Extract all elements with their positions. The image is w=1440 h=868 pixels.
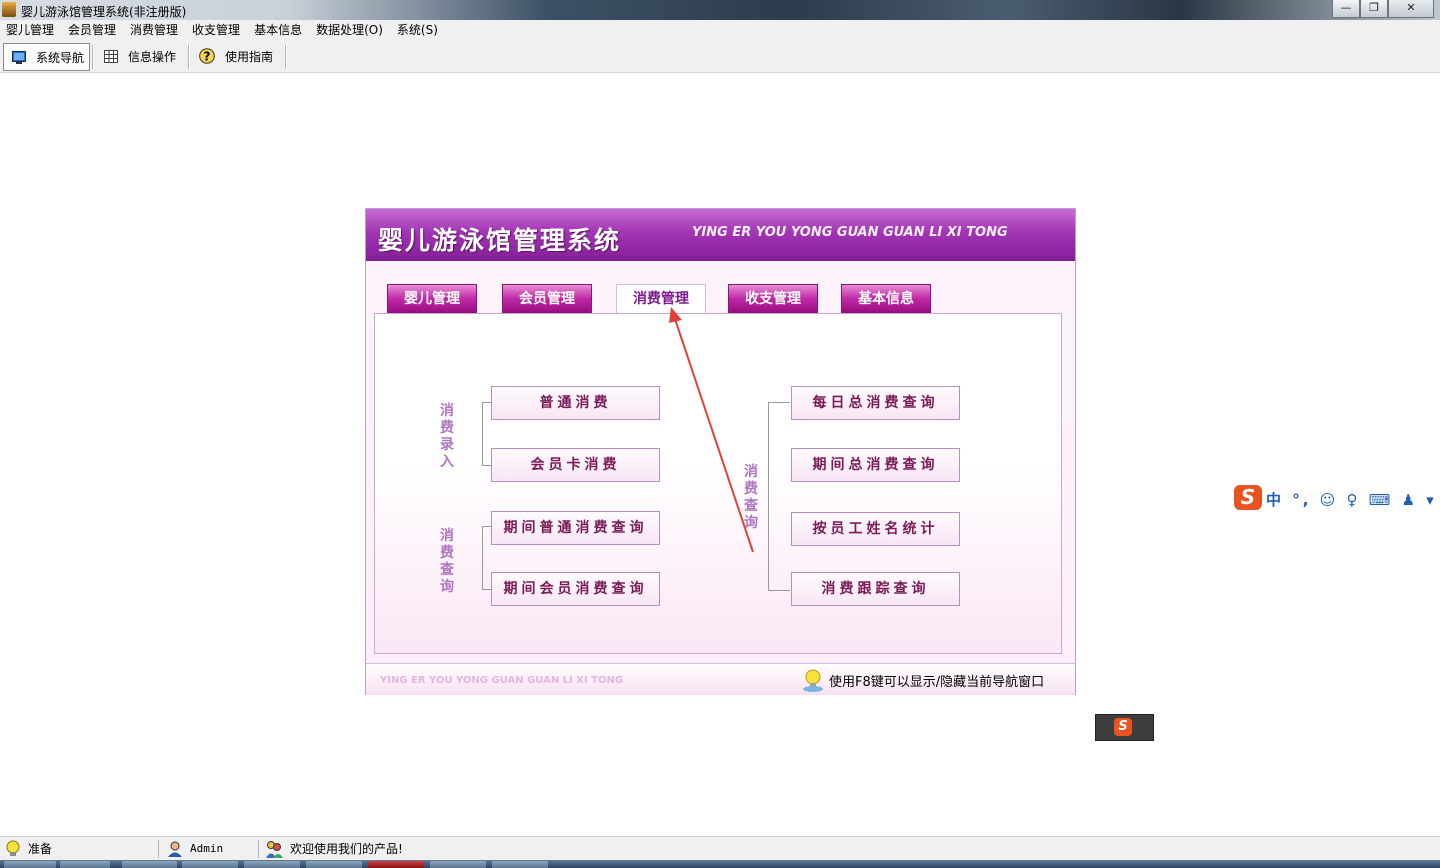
group-label-consumption-entry: 消费录入 <box>440 403 454 470</box>
ime-toolbar-buttons[interactable]: 中 °, ☺ ♀ ⌨ ♟ ▾ ▦ <box>1266 489 1440 510</box>
svg-text:?: ? <box>204 50 211 64</box>
close-button[interactable]: ✕ <box>1388 0 1434 18</box>
taskbar-item[interactable] <box>60 861 110 868</box>
users-group-icon <box>266 841 283 858</box>
info-operation-label: 信息操作 <box>128 49 177 64</box>
taskbar-item[interactable] <box>430 861 486 868</box>
status-user: Admin <box>190 842 224 855</box>
period-member-consumption-query-button[interactable]: 期间会员消费查询 <box>491 572 660 606</box>
group-label-consumption-query: 消费查询 <box>440 528 454 595</box>
title-bar: 婴儿游泳馆管理系统(非注册版) — ❐ ✕ <box>0 0 1440 20</box>
tab-member-management[interactable]: 会员管理 <box>502 284 592 313</box>
taskbar-item[interactable] <box>368 861 424 868</box>
user-avatar-icon <box>168 841 182 857</box>
taskbar-item[interactable] <box>244 861 300 868</box>
tab-basic-info[interactable]: 基本信息 <box>841 284 931 313</box>
tab-infant-management[interactable]: 婴儿管理 <box>387 284 477 313</box>
status-state: 准备 <box>28 842 53 856</box>
user-guide-button[interactable]: ? 使用指南 <box>191 43 283 69</box>
system-navigation-label: 系统导航 <box>36 50 85 65</box>
help-icon: ? <box>199 48 215 64</box>
taskbar-item[interactable] <box>122 861 177 868</box>
status-message: 欢迎使用我们的产品! <box>290 842 403 856</box>
user-guide-label: 使用指南 <box>225 49 274 64</box>
maximize-button[interactable]: ❐ <box>1360 0 1388 18</box>
panel-banner: 婴儿游泳馆管理系统 YING ER YOU YONG GUAN GUAN LI … <box>366 209 1075 261</box>
ime-toolbar[interactable]: S 中 °, ☺ ♀ ⌨ ♟ ▾ ▦ <box>1234 484 1440 512</box>
app-icon <box>2 2 16 17</box>
system-navigation-button[interactable]: 系统导航 <box>3 43 90 71</box>
menu-item-finance[interactable]: 收支管理 <box>186 20 248 41</box>
footer-hint: 使用F8键可以显示/隐藏当前导航窗口 <box>829 675 1045 690</box>
panel-title: 婴儿游泳馆管理系统 <box>378 226 622 255</box>
menu-item-system[interactable]: 系统(S) <box>391 20 446 41</box>
menu-item-data-processing[interactable]: 数据处理(O) <box>310 20 391 41</box>
ime-logo-icon: S <box>1234 485 1262 510</box>
consumption-tracking-query-button[interactable]: 消费跟踪查询 <box>791 572 960 606</box>
menu-item-basic-info[interactable]: 基本信息 <box>248 20 310 41</box>
window-title: 婴儿游泳馆管理系统(非注册版) <box>21 5 187 19</box>
footer-pinyin: YING ER YOU YONG GUAN GUAN LI XI TONG <box>380 675 624 686</box>
info-operation-button[interactable]: 信息操作 <box>96 43 184 69</box>
lightbulb-icon <box>803 669 823 692</box>
grid-icon <box>104 49 118 63</box>
monitor-icon <box>12 50 26 64</box>
daily-total-consumption-query-button[interactable]: 每日总消费查询 <box>791 386 960 420</box>
menu-bar: 婴儿管理 会员管理 消费管理 收支管理 基本信息 数据处理(O) 系统(S) <box>0 20 1440 41</box>
bracket-right <box>768 402 790 591</box>
status-bar: 准备 Admin 欢迎使用我们的产品! <box>0 836 1440 861</box>
member-card-consumption-button[interactable]: 会员卡消费 <box>491 448 660 482</box>
period-total-consumption-query-button[interactable]: 期间总消费查询 <box>791 448 960 482</box>
panel-footer: YING ER YOU YONG GUAN GUAN LI XI TONG 使用… <box>366 663 1075 695</box>
toolbar: 系统导航 信息操作 ? 使用指南 <box>0 41 1440 73</box>
status-lightbulb-icon <box>6 840 20 856</box>
annotation-arrow <box>669 307 754 553</box>
navigation-panel: 婴儿游泳馆管理系统 YING ER YOU YONG GUAN GUAN LI … <box>365 208 1076 695</box>
employee-name-statistics-button[interactable]: 按员工姓名统计 <box>791 512 960 546</box>
menu-item-member[interactable]: 会员管理 <box>62 20 124 41</box>
taskbar-item[interactable] <box>306 861 362 868</box>
taskbar-item[interactable] <box>182 861 238 868</box>
menu-item-infant[interactable]: 婴儿管理 <box>0 20 62 41</box>
taskbar <box>0 860 1440 868</box>
taskbar-item[interactable] <box>492 861 548 868</box>
ime-mini-logo-icon: S <box>1114 718 1132 736</box>
minimize-button[interactable]: — <box>1332 0 1360 18</box>
normal-consumption-button[interactable]: 普通消费 <box>491 386 660 420</box>
ime-mini-bar[interactable]: S <box>1095 714 1154 741</box>
period-normal-consumption-query-button[interactable]: 期间普通消费查询 <box>491 511 660 545</box>
start-orb[interactable] <box>4 861 56 868</box>
menu-item-consumption[interactable]: 消费管理 <box>124 20 186 41</box>
panel-title-pinyin: YING ER YOU YONG GUAN GUAN LI XI TONG <box>692 225 1008 240</box>
